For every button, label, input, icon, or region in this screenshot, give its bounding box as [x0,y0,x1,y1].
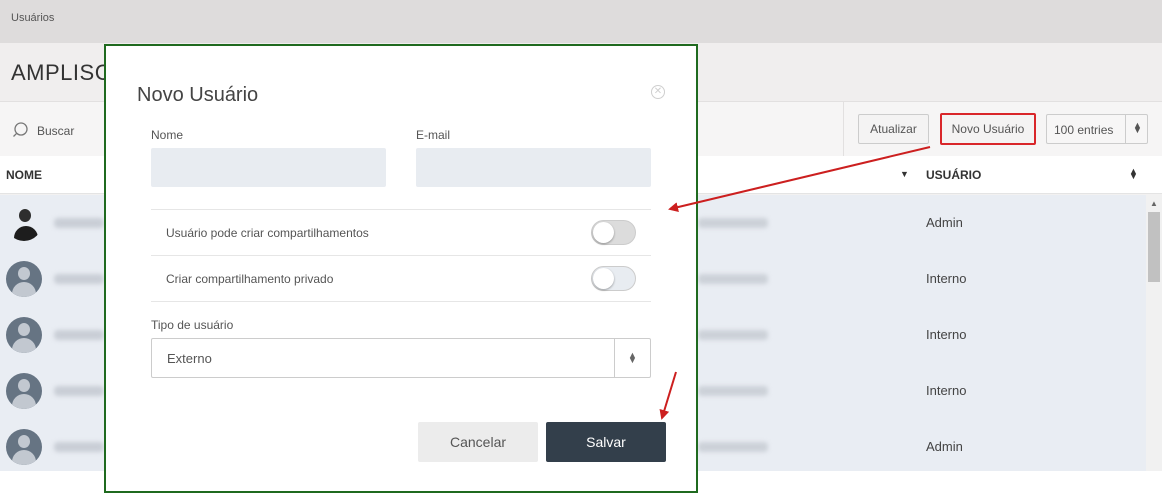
search-icon [12,121,29,141]
sort-icon: ▲ ▼ [1133,120,1142,135]
blurred-name [54,274,104,284]
user-role: Interno [926,383,967,398]
blurred-name [54,386,104,396]
breadcrumb[interactable]: Usuários [11,12,54,24]
avatar [6,429,42,465]
blurred-email [698,442,768,452]
avatar [6,205,42,241]
new-user-button[interactable]: Novo Usuário [940,113,1036,145]
blurred-name [54,442,104,452]
email-label: E-mail [416,128,451,142]
save-button[interactable]: Salvar [546,422,666,462]
email-field[interactable] [416,148,651,187]
modal-title: Novo Usuário [137,84,259,106]
entries-value: 100 entries [1054,123,1114,137]
blurred-email [698,218,768,228]
user-role: Admin [926,439,963,454]
user-role: Admin [926,215,963,230]
user-type-value: Externo [167,351,212,366]
scrollbar[interactable]: ▲ [1146,195,1162,471]
scroll-up-icon[interactable]: ▲ [1150,199,1158,208]
user-role: Interno [926,271,967,286]
refresh-button[interactable]: Atualizar [858,114,929,144]
user-type-select[interactable]: Externo ▲ ▼ [151,338,651,378]
blurred-email [698,274,768,284]
blurred-name [54,218,104,228]
avatar [6,373,42,409]
page-title: AMPLISC [11,60,112,85]
name-field[interactable] [151,148,386,187]
sort-icon: ▲ ▼ [628,350,637,365]
blurred-name [54,330,104,340]
user-role: Interno [926,327,967,342]
select-divider [614,339,615,377]
column-header-name[interactable]: NOME [6,168,42,182]
private-share-toggle[interactable] [591,266,636,291]
divider [151,209,651,210]
entries-divider [1125,115,1126,143]
entries-select[interactable]: 100 entries ▲ ▼ [1046,114,1148,144]
breadcrumb-bar: Usuários [0,0,1162,43]
toolbar-divider [843,102,844,156]
divider [151,255,651,256]
avatar [6,261,42,297]
divider [151,301,651,302]
search-box[interactable]: Buscar [12,121,74,141]
name-label: Nome [151,128,184,142]
search-label: Buscar [37,124,75,138]
user-type-label: Tipo de usuário [151,318,234,332]
new-user-modal: Novo Usuário ✕ Nome E-mail Usuário pode … [104,44,698,493]
caret-down-icon[interactable]: ▼ [900,169,909,179]
column-header-user[interactable]: USUÁRIO [926,168,981,182]
cancel-button[interactable]: Cancelar [418,422,538,462]
blurred-email [698,330,768,340]
can-share-toggle[interactable] [591,220,636,245]
blurred-email [698,386,768,396]
can-share-label: Usuário pode criar compartilhamentos [166,226,369,240]
avatar [6,317,42,353]
private-share-label: Criar compartilhamento privado [166,272,334,286]
scrollbar-thumb[interactable] [1148,212,1160,282]
close-icon[interactable]: ✕ [651,85,665,99]
sort-icon[interactable]: ▲ ▼ [1129,167,1138,181]
